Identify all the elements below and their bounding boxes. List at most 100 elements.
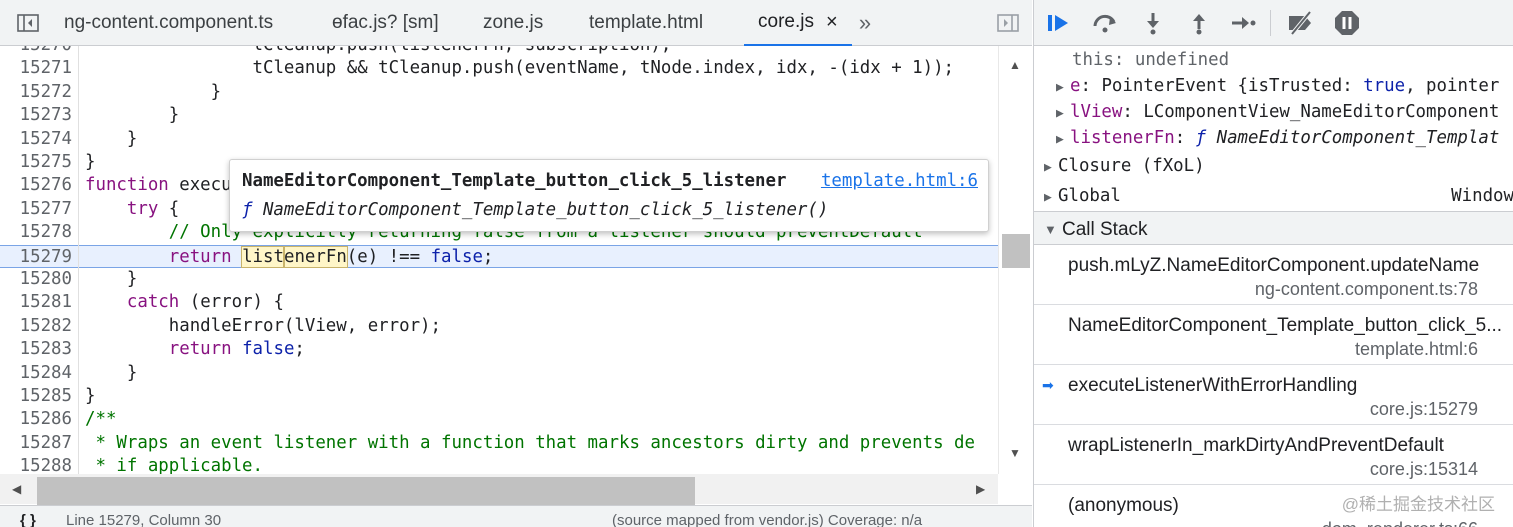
popover-source-link[interactable]: template.html:6	[821, 171, 978, 191]
tab-core-js[interactable]: core.js ×	[744, 0, 852, 46]
editor-vertical-scrollbar[interactable]: ▲ ▼	[998, 46, 1032, 474]
call-frame-location[interactable]: core.js:15279	[1370, 399, 1478, 420]
code-text: try {	[85, 198, 179, 221]
scope-global[interactable]: ▶ Global Window	[1044, 183, 1513, 209]
line-number[interactable]: 15276	[0, 174, 72, 197]
scope-var-value-bool: true	[1363, 76, 1406, 96]
expand-triangle-icon[interactable]: ▶	[1044, 185, 1058, 210]
toggle-debugger-sidebar-icon[interactable]	[988, 0, 1028, 45]
scope-listenerfn[interactable]: ▶ listenerFn: ƒ NameEditorComponent_Templ…	[1056, 125, 1499, 151]
code-token: (e) !==	[346, 246, 431, 267]
watermark: @稀土掘金技术社区	[1341, 495, 1495, 514]
line-number[interactable]: 15284	[0, 362, 72, 385]
code-line[interactable]: 15280 }	[0, 268, 998, 291]
line-number[interactable]: 15281	[0, 291, 72, 314]
call-frame-location[interactable]: template.html:6	[1355, 339, 1478, 360]
code-line-current[interactable]: 15279 return listenerFn(e) !== false;	[0, 244, 998, 269]
tab-ng-content-component[interactable]: ng-content.component.ts	[64, 0, 273, 45]
horizontal-scroll-thumb[interactable]	[37, 477, 695, 505]
line-number[interactable]: 15272	[0, 81, 72, 104]
call-frame[interactable]: wrapListenerIn_markDirtyAndPreventDefaul…	[1034, 425, 1513, 485]
step-icon[interactable]	[1228, 8, 1258, 38]
line-number[interactable]: 15274	[0, 128, 72, 151]
more-tabs-icon[interactable]: »	[850, 0, 880, 45]
scroll-left-icon[interactable]: ◀	[12, 482, 21, 496]
code-line[interactable]: 15271 tCleanup && tCleanup.push(eventNam…	[0, 57, 998, 80]
resume-icon[interactable]	[1044, 8, 1074, 38]
popover-signature-text: NameEditorComponent_Template_button_clic…	[252, 200, 829, 220]
line-number[interactable]: 15273	[0, 104, 72, 127]
code-line[interactable]: 15284 }	[0, 362, 998, 385]
tab-fac-js[interactable]: ɵfac.js? [sm]	[332, 0, 439, 45]
call-frame-location[interactable]: ng-content.component.ts:78	[1255, 279, 1478, 300]
scope-e[interactable]: ▶ e: PointerEvent {isTrusted: true, point…	[1056, 73, 1499, 99]
code-token: }	[85, 105, 180, 126]
line-number[interactable]: 15270	[0, 46, 72, 57]
line-number[interactable]: 15275	[0, 151, 72, 174]
call-frame-location[interactable]: core.js:15314	[1370, 459, 1478, 480]
code-line[interactable]: 15286 /**	[0, 408, 998, 431]
scroll-right-icon[interactable]: ▶	[976, 482, 985, 496]
call-stack-header[interactable]: ▼ Call Stack	[1034, 211, 1513, 245]
call-frame-location[interactable]: dom_renderer.ts:66	[1322, 519, 1478, 527]
toolbar-divider	[1270, 10, 1271, 36]
editor-horizontal-scrollbar[interactable]: ◀ ▶	[0, 474, 998, 505]
tab-zone-js[interactable]: zone.js	[483, 0, 543, 45]
expand-triangle-icon[interactable]: ▶	[1056, 75, 1070, 101]
line-number[interactable]: 15288	[0, 455, 72, 474]
line-number[interactable]: 15286	[0, 408, 72, 431]
line-number[interactable]: 15271	[0, 57, 72, 80]
tab-template-html[interactable]: template.html	[589, 0, 703, 45]
code-line[interactable]: 15281 catch (error) {	[0, 291, 998, 314]
code-text: }	[85, 81, 222, 104]
scope-lview[interactable]: ▶ lView: LComponentView_NameEditorCompone…	[1056, 99, 1499, 125]
call-frame[interactable]: NameEditorComponent_Template_button_clic…	[1034, 305, 1513, 365]
scope-section-label: Global	[1058, 186, 1121, 206]
code-line[interactable]: 15288 * if applicable.	[0, 455, 998, 474]
code-token: tCleanup && tCleanup.push(eventName, tNo…	[85, 58, 955, 79]
collapse-triangle-icon[interactable]: ▼	[1044, 222, 1058, 237]
close-tab-icon[interactable]: ×	[826, 11, 838, 34]
step-over-icon[interactable]	[1090, 8, 1120, 38]
line-number[interactable]: 15283	[0, 338, 72, 361]
code-line[interactable]: 15272 }	[0, 81, 998, 104]
pause-on-exceptions-icon[interactable]	[1332, 8, 1362, 38]
toggle-navigator-icon[interactable]	[8, 0, 48, 45]
scope-panel: this: undefined ▶ e: PointerEvent {isTrus…	[1034, 46, 1513, 210]
code-line[interactable]: 15282 handleError(lView, error);	[0, 315, 998, 338]
scroll-down-icon[interactable]: ▼	[1009, 446, 1021, 460]
step-out-icon[interactable]	[1184, 8, 1214, 38]
expand-triangle-icon[interactable]: ▶	[1056, 101, 1070, 127]
line-number[interactable]: 15287	[0, 432, 72, 455]
step-into-icon[interactable]	[1138, 8, 1168, 38]
scroll-up-icon[interactable]: ▲	[1009, 58, 1021, 72]
code-token: {	[158, 198, 180, 219]
pretty-print-button[interactable]: { }	[20, 512, 36, 527]
code-line[interactable]: 15273 }	[0, 104, 998, 127]
code-text: lCleanup.push(listenerFn, subscription);	[85, 46, 672, 57]
code-line[interactable]: 15287 * Wraps an event listener with a f…	[0, 432, 998, 455]
code-editor[interactable]: 15270 lCleanup.push(listenerFn, subscrip…	[0, 46, 998, 474]
code-line[interactable]: 15283 return false;	[0, 338, 998, 361]
current-frame-arrow-icon: ➡	[1042, 377, 1054, 393]
scope-this[interactable]: this: undefined	[1072, 47, 1229, 73]
tab-label: ɵfac.js? [sm]	[332, 11, 439, 33]
code-line[interactable]: 15274 }	[0, 128, 998, 151]
call-frame[interactable]: ➡ executeListenerWithErrorHandling core.js…	[1034, 365, 1513, 425]
deactivate-breakpoints-icon[interactable]	[1286, 8, 1316, 38]
line-number[interactable]: 15279	[0, 246, 72, 269]
code-line[interactable]: 15285}	[0, 385, 998, 408]
line-number[interactable]: 15282	[0, 315, 72, 338]
expand-triangle-icon[interactable]: ▶	[1044, 155, 1058, 181]
call-frame[interactable]: push.mLyZ.NameEditorComponent.updateName…	[1034, 245, 1513, 305]
code-line[interactable]: 15270 lCleanup.push(listenerFn, subscrip…	[0, 46, 998, 57]
expand-triangle-icon[interactable]: ▶	[1056, 127, 1070, 153]
vertical-scroll-thumb[interactable]	[1002, 234, 1030, 268]
line-number[interactable]: 15280	[0, 268, 72, 291]
scope-var-value-tail: , pointer	[1405, 76, 1500, 96]
scope-closure[interactable]: ▶ Closure (fXoL)	[1044, 153, 1205, 179]
line-number[interactable]: 15285	[0, 385, 72, 408]
line-number[interactable]: 15277	[0, 198, 72, 221]
line-number[interactable]: 15278	[0, 221, 72, 244]
scope-var-name: lView	[1070, 102, 1123, 122]
